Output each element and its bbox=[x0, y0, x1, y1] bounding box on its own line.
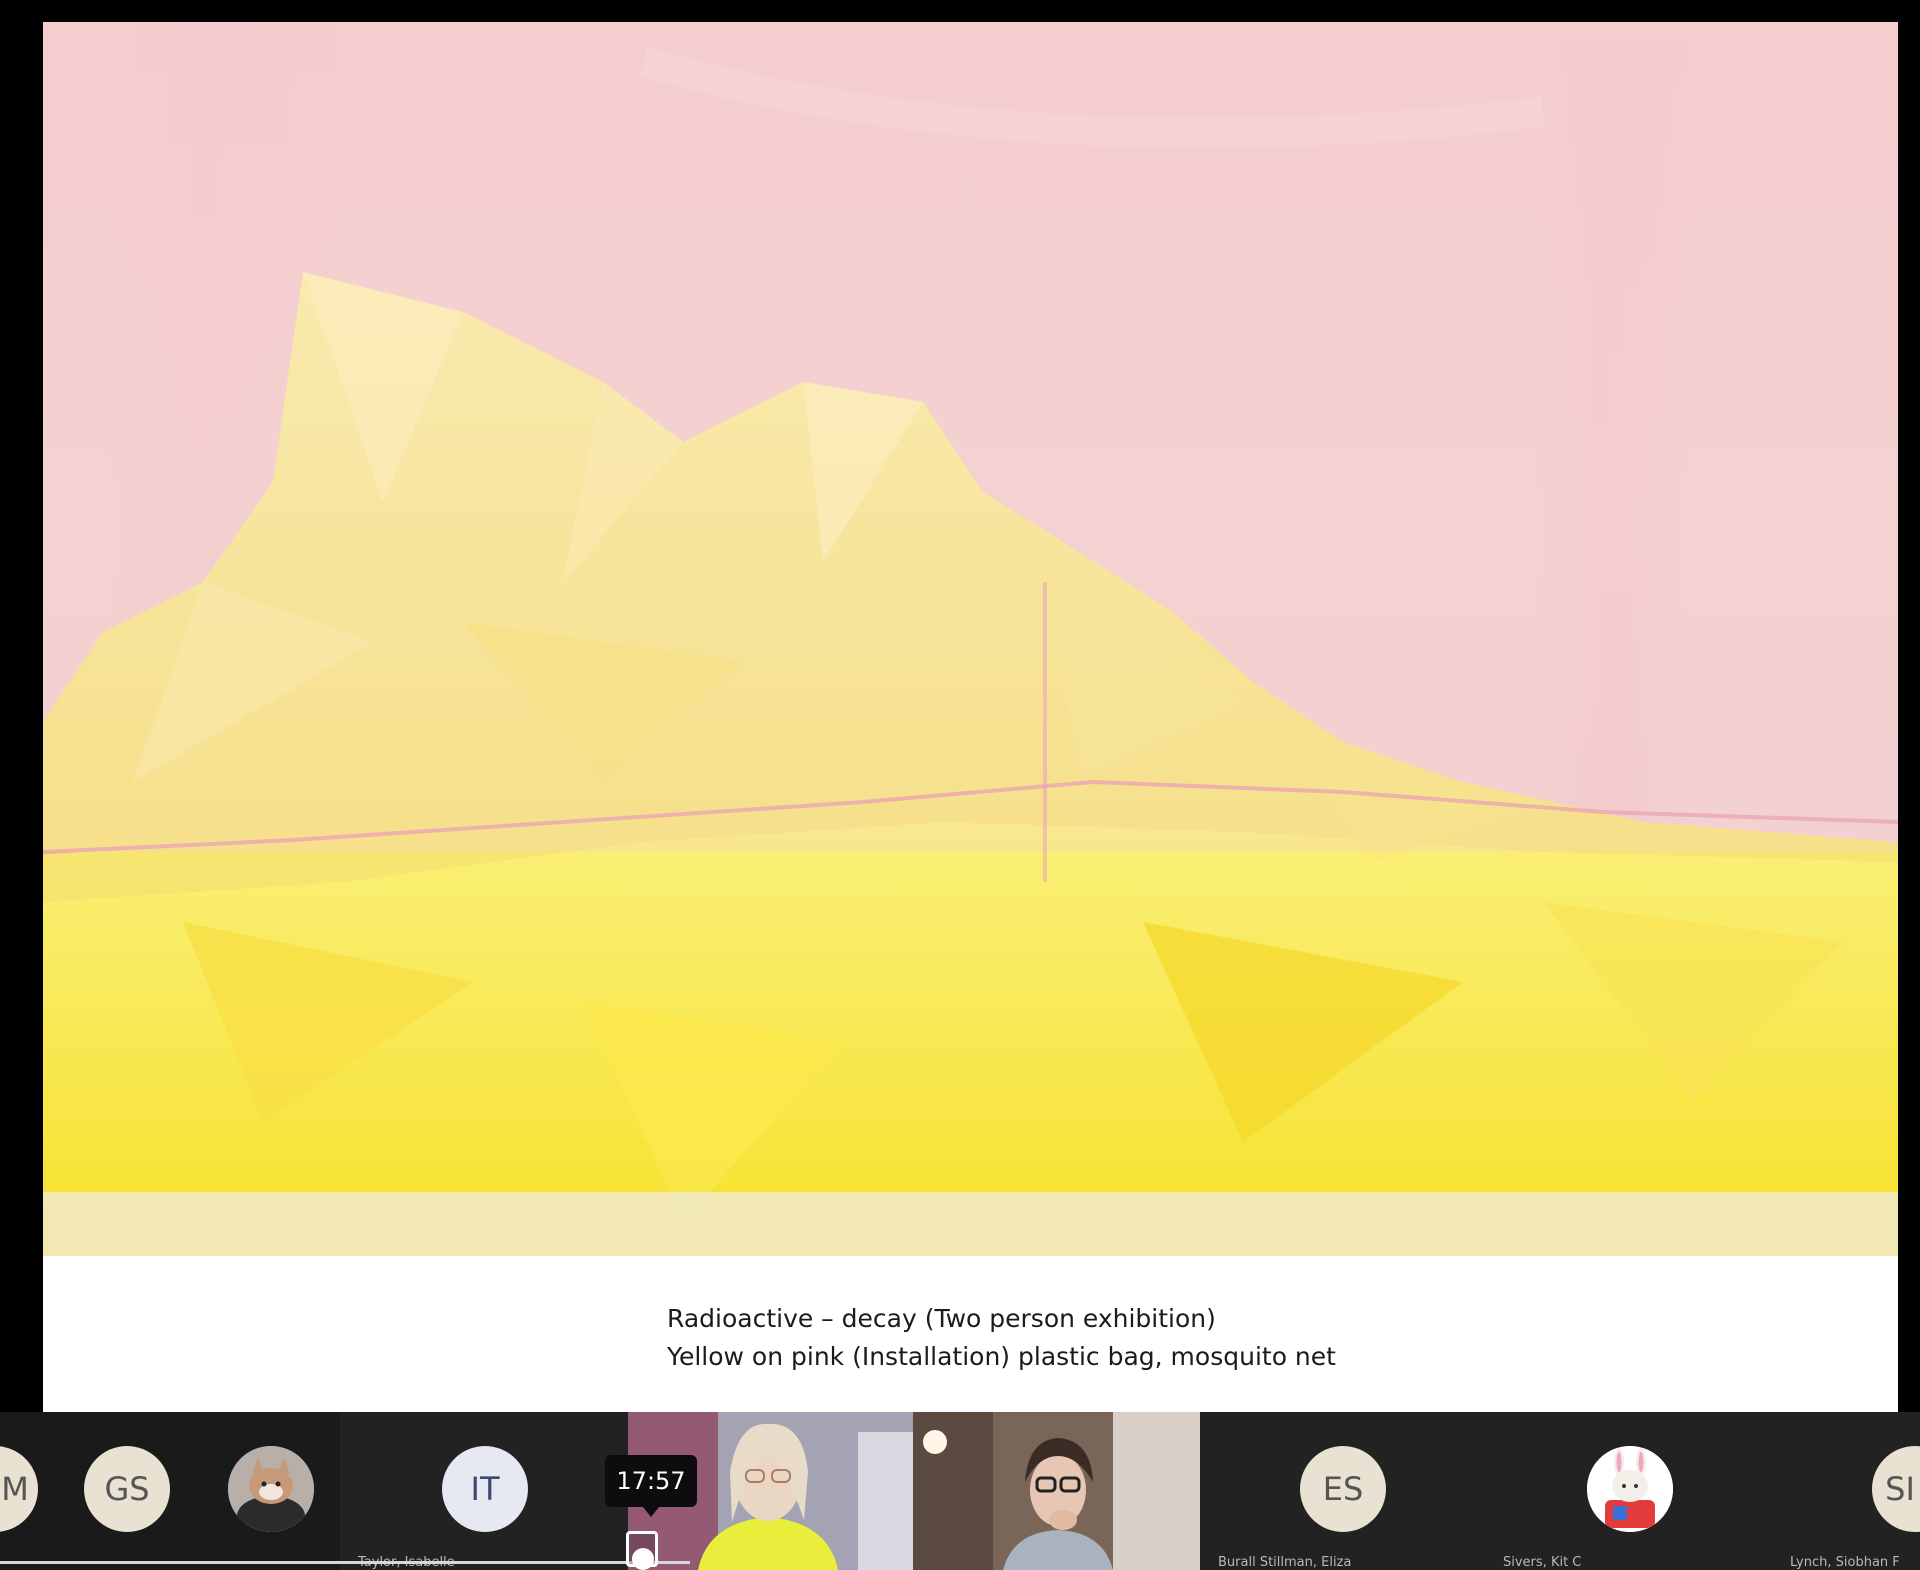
participant-tile[interactable]: Sivers, Kit C bbox=[1485, 1412, 1772, 1570]
video-feed-woman-glasses bbox=[913, 1412, 1200, 1570]
shared-screen: Radioactive – decay (Two person exhibiti… bbox=[43, 22, 1898, 1412]
playback-position-dot[interactable] bbox=[632, 1548, 654, 1570]
rabbit-avatar-icon bbox=[1587, 1446, 1673, 1532]
slide-caption: Radioactive – decay (Two person exhibiti… bbox=[43, 1256, 1898, 1412]
participant-tile[interactable]: ES Burall Stillman, Eliza bbox=[1200, 1412, 1485, 1570]
participant-tile[interactable]: IT Taylor, Isabelle bbox=[340, 1412, 628, 1570]
participant-name: Lynch, Siobhan F bbox=[1790, 1555, 1900, 1570]
playback-time-tooltip: 17:57 bbox=[605, 1455, 697, 1517]
participant-avatar: GS bbox=[84, 1446, 170, 1532]
participant-tile[interactable]: GS bbox=[60, 1412, 200, 1570]
participant-tile[interactable]: SI Lynch, Siobhan F bbox=[1772, 1412, 1920, 1570]
participant-avatar: M bbox=[0, 1446, 38, 1532]
participant-name: Burall Stillman, Eliza bbox=[1218, 1555, 1352, 1570]
participant-name: Sivers, Kit C bbox=[1503, 1555, 1582, 1570]
installation-illustration bbox=[43, 22, 1898, 1256]
participant-video[interactable] bbox=[913, 1412, 1200, 1570]
playback-progress-bar[interactable] bbox=[0, 1561, 690, 1564]
caption-materials: Yellow on pink (Installation) plastic ba… bbox=[667, 1342, 1336, 1371]
participant-strip: M GS IT Taylor, Isabelle bbox=[0, 1412, 1920, 1570]
cat-avatar-icon bbox=[228, 1446, 314, 1532]
caption-title: Radioactive – decay (Two person exhibiti… bbox=[667, 1304, 1216, 1333]
participant-tile[interactable] bbox=[200, 1412, 340, 1570]
participant-avatar: IT bbox=[442, 1446, 528, 1532]
participant-avatar: SI bbox=[1872, 1446, 1920, 1532]
participant-tile[interactable]: M bbox=[0, 1412, 60, 1570]
participant-avatar: ES bbox=[1300, 1446, 1386, 1532]
slide-photo-installation bbox=[43, 22, 1898, 1256]
